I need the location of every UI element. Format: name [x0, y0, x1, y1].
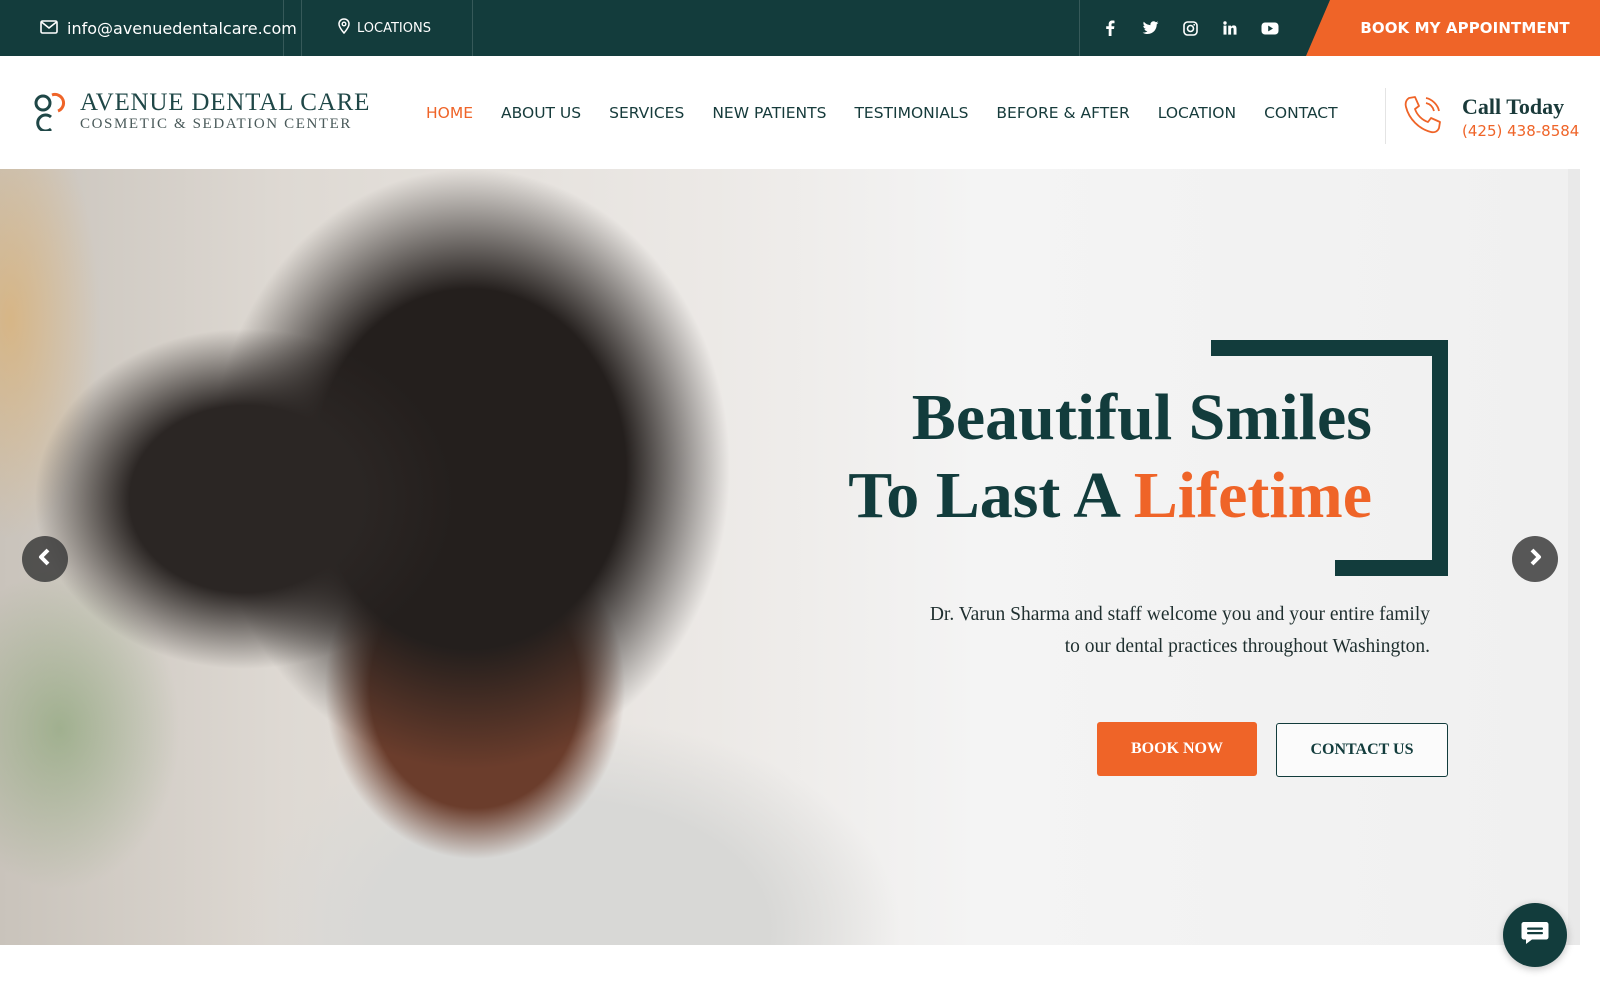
logo[interactable]: AVENUE DENTAL CARE COSMETIC & SEDATION C… — [32, 89, 371, 133]
nav-item-home[interactable]: HOME — [426, 104, 473, 122]
headline-frame — [1335, 560, 1448, 576]
nav-item-about-us[interactable]: ABOUT US — [501, 104, 581, 122]
hero-subtext-line1: Dr. Varun Sharma and staff welcome you a… — [929, 604, 1430, 625]
nav-item-contact[interactable]: CONTACT — [1264, 104, 1338, 122]
call-today[interactable]: Call Today (425) 438-8584 — [1400, 92, 1579, 143]
hero-headline-accent: Lifetime — [1133, 459, 1372, 532]
contact-us-button[interactable]: CONTACT US — [1276, 723, 1448, 777]
call-phone[interactable]: (425) 438-8584 — [1462, 120, 1579, 142]
hero-headline: Beautiful Smiles To Last A Lifetime — [848, 379, 1372, 535]
logo-title: AVENUE DENTAL CARE — [80, 89, 371, 116]
hero-headline-line2: To Last A Lifetime — [848, 457, 1372, 535]
book-now-button[interactable]: BOOK NOW — [1097, 722, 1257, 776]
linkedin-icon[interactable] — [1220, 18, 1240, 38]
divider — [301, 0, 302, 56]
twitter-icon[interactable] — [1140, 18, 1160, 38]
top-bar: info@avenuedentalcare.com LOCATIONS BOOK… — [0, 0, 1600, 56]
locations-link[interactable]: LOCATIONS — [338, 0, 431, 56]
facebook-icon[interactable] — [1100, 18, 1120, 38]
main-header: AVENUE DENTAL CARE COSMETIC & SEDATION C… — [0, 56, 1600, 169]
call-text: Call Today (425) 438-8584 — [1462, 94, 1579, 142]
chevron-left-icon — [37, 548, 53, 571]
slider-prev-button[interactable] — [22, 536, 68, 582]
hero-subtext: Dr. Varun Sharma and staff welcome you a… — [870, 599, 1430, 663]
hero-headline-prefix: To Last A — [848, 459, 1134, 532]
hero-subtext-line2: to our dental practices throughout Washi… — [1064, 636, 1430, 657]
hero-headline-line1: Beautiful Smiles — [911, 381, 1372, 454]
chat-bubble-icon — [1520, 920, 1550, 951]
headline-frame — [1432, 340, 1448, 576]
nav-item-before-after[interactable]: BEFORE & AFTER — [996, 104, 1129, 122]
nav-item-new-patients[interactable]: NEW PATIENTS — [712, 104, 826, 122]
call-title: Call Today — [1462, 93, 1565, 119]
instagram-icon[interactable] — [1180, 18, 1200, 38]
chat-widget-button[interactable] — [1503, 903, 1567, 967]
nav-item-testimonials[interactable]: TESTIMONIALS — [854, 104, 968, 122]
headline-frame — [1211, 340, 1448, 356]
map-pin-icon — [338, 18, 350, 38]
divider — [472, 0, 473, 56]
social-links — [1100, 0, 1280, 56]
main-nav: HOME ABOUT US SERVICES NEW PATIENTS TEST… — [426, 56, 1338, 169]
youtube-icon[interactable] — [1260, 18, 1280, 38]
nav-item-services[interactable]: SERVICES — [609, 104, 684, 122]
locations-label: LOCATIONS — [357, 20, 431, 36]
slider-next-button[interactable] — [1512, 536, 1558, 582]
hero-edge — [1568, 169, 1580, 945]
logo-subtitle: COSMETIC & SEDATION CENTER — [80, 116, 353, 132]
nav-item-location[interactable]: LOCATION — [1158, 104, 1236, 122]
divider — [283, 0, 284, 56]
hero-slider: Beautiful Smiles To Last A Lifetime Dr. … — [0, 169, 1580, 945]
divider — [1385, 88, 1386, 144]
email-text: info@avenuedentalcare.com — [67, 18, 297, 38]
email-link[interactable]: info@avenuedentalcare.com — [40, 0, 297, 56]
logo-text: AVENUE DENTAL CARE COSMETIC & SEDATION C… — [80, 89, 371, 133]
envelope-icon — [40, 19, 58, 38]
phone-icon — [1400, 92, 1446, 143]
logo-mark-icon — [32, 91, 72, 133]
divider — [1079, 0, 1080, 56]
book-appointment-button[interactable]: BOOK MY APPOINTMENT — [1306, 0, 1600, 56]
chevron-right-icon — [1527, 548, 1543, 571]
